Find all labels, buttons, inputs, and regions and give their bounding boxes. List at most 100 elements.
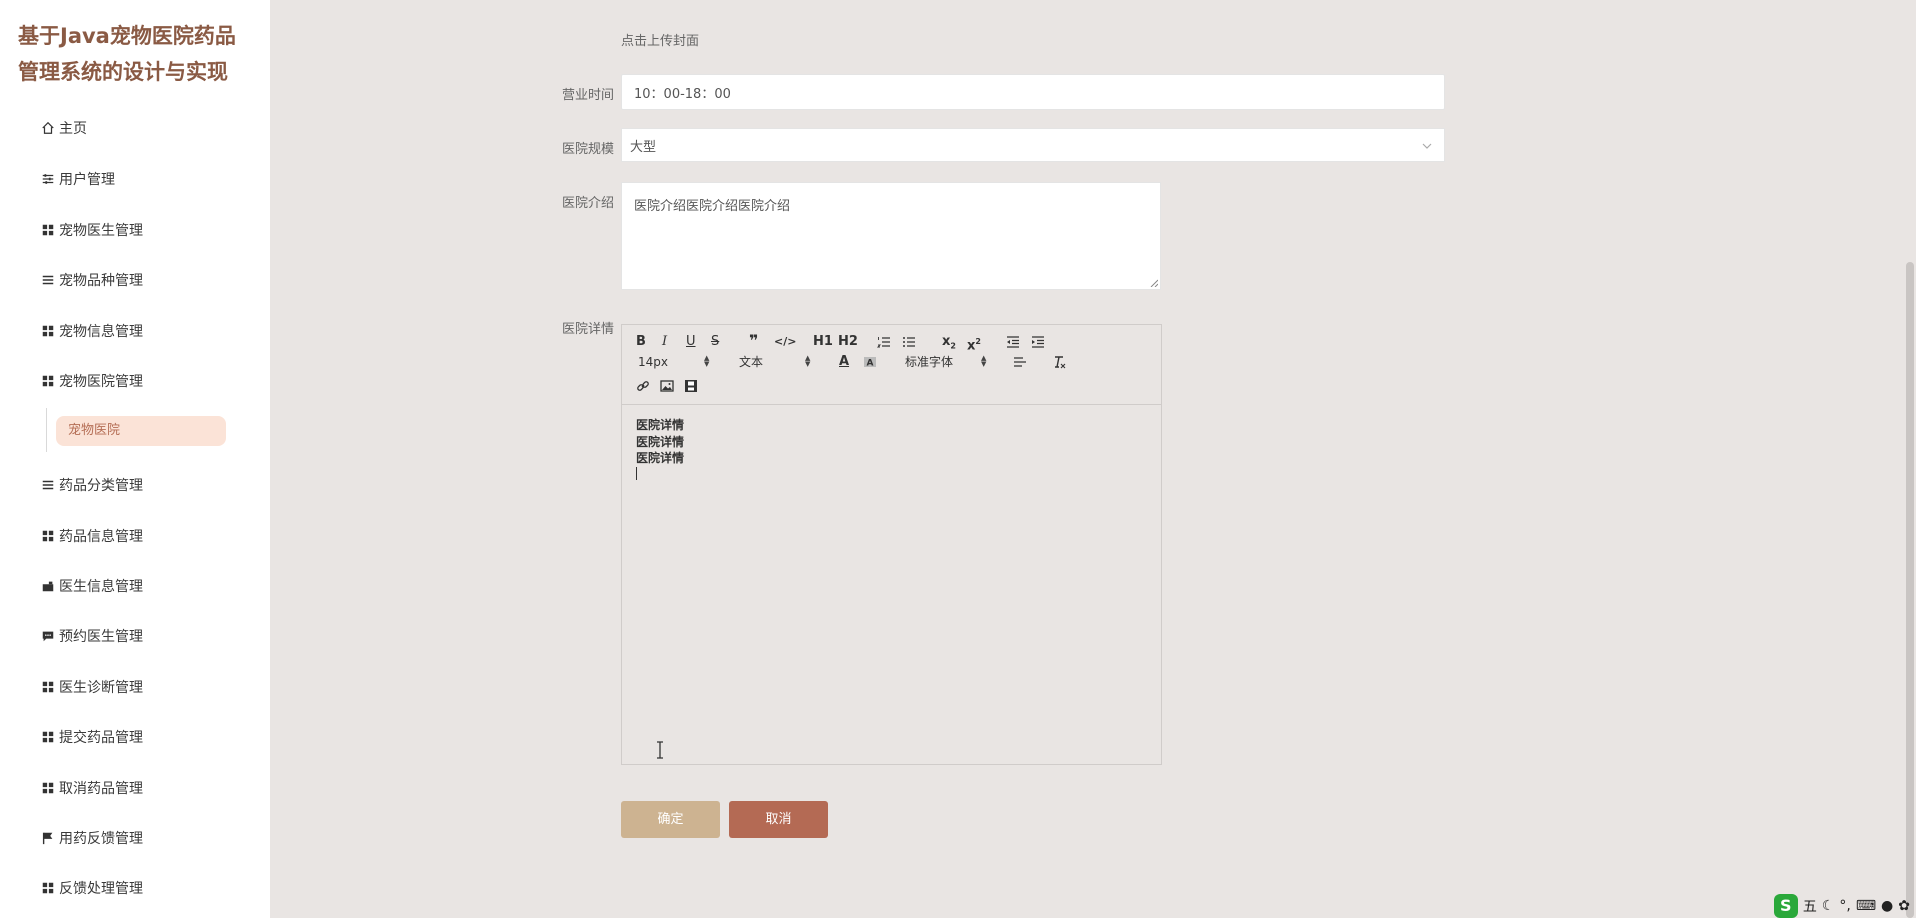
list-icon bbox=[40, 272, 56, 288]
ime-toolbar: S 五 ☾ °, ⌨ ● ✿ bbox=[1773, 894, 1910, 918]
editor-line: 医院详情 bbox=[636, 418, 685, 432]
sidebar-item-drug-info[interactable]: 药品信息管理 bbox=[40, 524, 143, 548]
sidebar-item-pet-info[interactable]: 宠物信息管理 bbox=[40, 319, 143, 343]
sidebar-item-label: 药品信息管理 bbox=[59, 529, 143, 545]
home-icon bbox=[40, 120, 56, 136]
intro-textarea[interactable]: 医院介绍医院介绍医院介绍 bbox=[621, 182, 1161, 290]
code-block-button[interactable]: </> bbox=[774, 333, 796, 351]
sidebar-item-label: 取消药品管理 bbox=[59, 781, 143, 797]
hours-label: 营业时间 bbox=[561, 88, 614, 103]
sidebar-item-diagnosis[interactable]: 医生诊断管理 bbox=[40, 675, 143, 699]
background-color-icon[interactable]: A bbox=[863, 353, 877, 371]
grid-icon bbox=[40, 880, 56, 896]
ordered-list-icon[interactable] bbox=[876, 333, 891, 351]
subscript-button[interactable]: x2 bbox=[942, 333, 956, 351]
sidebar-item-label: 宠物医生管理 bbox=[59, 223, 143, 239]
sidebar-item-label: 宠物信息管理 bbox=[59, 324, 143, 340]
bold-button[interactable]: B bbox=[636, 333, 646, 351]
sidebar-item-home[interactable]: 主页 bbox=[40, 116, 87, 140]
user-icon[interactable]: ● bbox=[1881, 898, 1893, 914]
upload-cover-hint[interactable]: 点击上传封面 bbox=[621, 30, 699, 49]
grid-icon bbox=[40, 729, 56, 745]
skin-icon[interactable]: ✿ bbox=[1898, 898, 1910, 914]
sidebar-item-label: 医生诊断管理 bbox=[59, 680, 143, 696]
confirm-button[interactable]: 确定 bbox=[621, 801, 720, 838]
sidebar-item-label: 宠物品种管理 bbox=[59, 273, 143, 289]
sidebar-item-pet-doctor[interactable]: 宠物医生管理 bbox=[40, 218, 143, 242]
sidebar-item-label: 主页 bbox=[59, 121, 87, 137]
detail-label: 医院详情 bbox=[561, 322, 614, 337]
rich-text-editor: B I U S ❞ </> H1 H2 x2 x2 14px ▲ ▼ 文本 ▲ ▼ … bbox=[621, 324, 1162, 765]
sidebar-item-pet-hospital[interactable]: 宠物医院管理 bbox=[40, 369, 143, 393]
sidebar-item-label: 预约医生管理 bbox=[59, 629, 143, 645]
indent-icon[interactable] bbox=[1031, 333, 1045, 351]
sidebar-item-users[interactable]: 用户管理 bbox=[40, 167, 115, 191]
submenu-item-pet-hospital[interactable]: 宠物医院 bbox=[56, 416, 226, 446]
link-icon[interactable] bbox=[636, 377, 650, 395]
sidebar-item-cancel-drug[interactable]: 取消药品管理 bbox=[40, 776, 143, 800]
sidebar-item-doctor-info[interactable]: 医生信息管理 bbox=[40, 574, 143, 598]
image-icon[interactable] bbox=[660, 377, 674, 395]
font-family-select[interactable]: 标准字体 ▲ ▼ bbox=[905, 353, 989, 371]
svg-text:A: A bbox=[867, 358, 874, 368]
strike-button[interactable]: S bbox=[711, 333, 719, 351]
superscript-button[interactable]: x2 bbox=[967, 333, 981, 353]
intro-label: 医院介绍 bbox=[561, 196, 614, 211]
font-size-value: 14px bbox=[638, 355, 668, 369]
editor-content[interactable]: 医院详情 医院详情 医院详情 bbox=[636, 417, 1146, 484]
vertical-scrollbar[interactable] bbox=[1904, 0, 1916, 918]
sidebar-item-pet-breed[interactable]: 宠物品种管理 bbox=[40, 268, 143, 292]
sidebar-item-label: 医生信息管理 bbox=[59, 579, 143, 595]
scale-select[interactable]: 大型 bbox=[621, 128, 1445, 162]
select-arrows-icon: ▲ ▼ bbox=[805, 354, 811, 368]
editor-line: 医院详情 bbox=[636, 434, 685, 449]
resize-grip-icon[interactable] bbox=[1150, 279, 1158, 287]
sidebar-item-label: 用药反馈管理 bbox=[59, 831, 143, 847]
header-value: 文本 bbox=[739, 355, 764, 369]
video-icon[interactable] bbox=[684, 377, 698, 395]
chat-icon bbox=[40, 628, 56, 644]
grid-icon bbox=[40, 222, 56, 238]
ime-logo-icon[interactable]: S bbox=[1773, 894, 1798, 918]
hours-input[interactable]: 10：00-18：00 bbox=[621, 74, 1445, 110]
sidebar-item-drug-category[interactable]: 药品分类管理 bbox=[40, 473, 143, 497]
h2-button[interactable]: H2 bbox=[838, 333, 858, 351]
select-arrows-icon: ▲ ▼ bbox=[981, 354, 987, 368]
text-color-button[interactable]: A bbox=[839, 353, 849, 371]
align-left-icon[interactable] bbox=[1013, 353, 1027, 371]
intro-value: 医院介绍医院介绍医院介绍 bbox=[634, 199, 791, 214]
sidebar-item-feedback-processing[interactable]: 反馈处理管理 bbox=[40, 876, 143, 900]
cancel-button[interactable]: 取消 bbox=[729, 801, 828, 838]
moon-icon[interactable]: ☾ bbox=[1822, 898, 1835, 914]
keyboard-icon[interactable]: ⌨ bbox=[1856, 898, 1876, 914]
text-caret bbox=[636, 466, 637, 480]
editor-toolbar: B I U S ❞ </> H1 H2 x2 x2 14px ▲ ▼ 文本 ▲ ▼ … bbox=[622, 325, 1161, 405]
outdent-icon[interactable] bbox=[1006, 333, 1020, 351]
font-size-select[interactable]: 14px ▲ ▼ bbox=[638, 353, 712, 371]
header-select[interactable]: 文本 ▲ ▼ bbox=[739, 353, 813, 371]
submenu-line bbox=[46, 408, 47, 452]
clear-format-icon[interactable] bbox=[1052, 353, 1066, 371]
scale-label: 医院规模 bbox=[561, 142, 614, 157]
sidebar-item-appointment[interactable]: 预约医生管理 bbox=[40, 624, 143, 648]
blockquote-button[interactable]: ❞ bbox=[749, 332, 758, 350]
italic-button[interactable]: I bbox=[662, 333, 667, 351]
scale-value: 大型 bbox=[630, 139, 657, 155]
grid-icon bbox=[40, 373, 56, 389]
sidebar-item-label: 提交药品管理 bbox=[59, 730, 143, 746]
grid-icon bbox=[40, 323, 56, 339]
scrollbar-thumb[interactable] bbox=[1906, 262, 1914, 918]
sidebar-item-submit-drug[interactable]: 提交药品管理 bbox=[40, 725, 143, 749]
text-cursor-icon bbox=[657, 741, 663, 759]
grid-icon bbox=[40, 780, 56, 796]
grid-icon bbox=[40, 528, 56, 544]
bullet-list-icon[interactable] bbox=[902, 333, 916, 351]
underline-button[interactable]: U bbox=[686, 333, 696, 351]
sidebar-item-feedback[interactable]: 用药反馈管理 bbox=[40, 826, 143, 850]
editor-line: 医院详情 bbox=[636, 451, 685, 465]
sidebar-item-label: 药品分类管理 bbox=[59, 478, 143, 494]
sidebar: 基于Java宠物医院药品管理系统的设计与实现 主页 用户管理 宠物医生管理 宠物… bbox=[0, 0, 270, 918]
ime-punctuation[interactable]: °, bbox=[1839, 898, 1850, 914]
h1-button[interactable]: H1 bbox=[813, 333, 833, 351]
ime-mode[interactable]: 五 bbox=[1803, 896, 1817, 916]
